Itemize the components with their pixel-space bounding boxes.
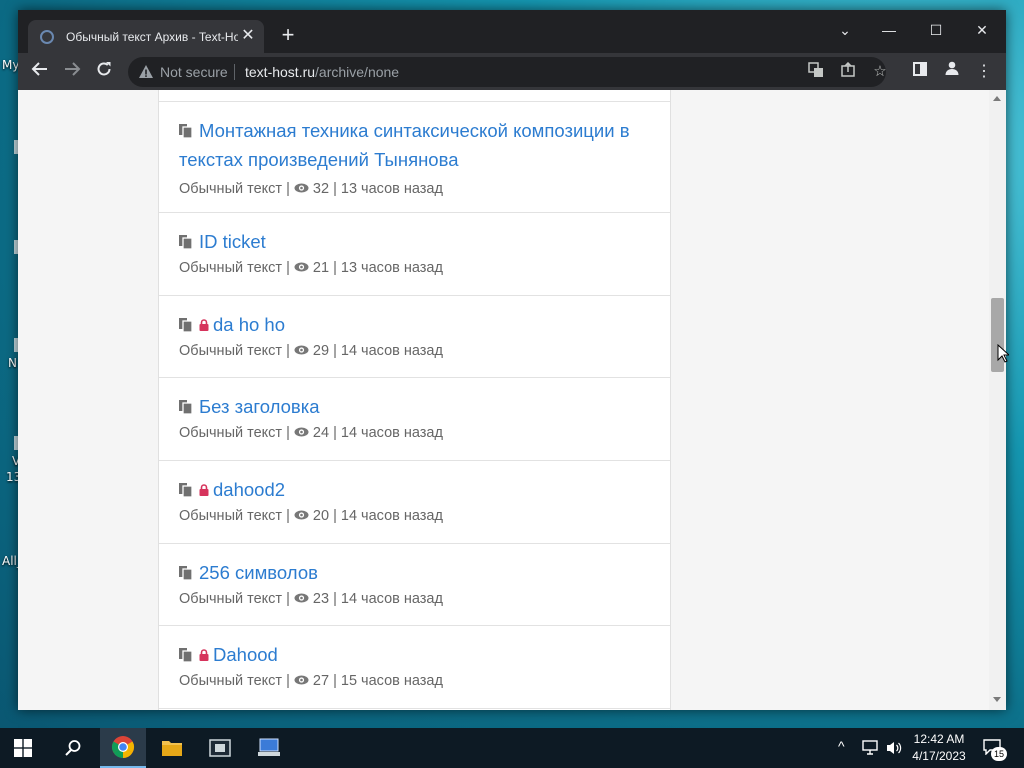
list-item: 256 символов Обычный текст | 23 | 14 час…	[159, 544, 670, 626]
bookmark-star-icon[interactable]: ☆	[870, 62, 890, 82]
item-title-link[interactable]: 256 символов	[199, 562, 318, 583]
item-meta: Обычный текст | 27 | 15 часов назад	[179, 673, 443, 689]
list-item-partial	[159, 90, 670, 102]
eye-icon	[294, 183, 309, 193]
document-icon	[179, 476, 193, 498]
lock-icon	[199, 640, 209, 661]
minimize-button[interactable]: —	[867, 16, 911, 44]
eye-icon	[294, 345, 309, 355]
item-title-link[interactable]: Монтажная техника синтаксической компози…	[179, 120, 630, 170]
eye-icon	[294, 675, 309, 685]
mouse-cursor-icon	[997, 344, 1009, 363]
profile-icon[interactable]	[938, 58, 966, 86]
computer-network-icon	[258, 738, 280, 756]
clock-date[interactable]: 4/17/2023	[906, 749, 972, 763]
volume-icon[interactable]	[886, 740, 902, 756]
eye-icon	[294, 510, 309, 520]
list-item: da ho ho Обычный текст | 29 | 14 часов н…	[159, 296, 670, 378]
omnibox-divider	[234, 64, 235, 80]
share-icon[interactable]	[838, 61, 858, 82]
item-title-link[interactable]: dahood2	[213, 479, 285, 500]
item-meta: Обычный текст | 24 | 14 часов назад	[179, 425, 443, 441]
translate-icon[interactable]	[806, 62, 826, 82]
show-hidden-icons[interactable]: ^	[838, 738, 845, 754]
document-icon	[179, 559, 193, 581]
browser-toolbar: Not secure text-host.ru/archive/none ☆ ⋮	[18, 53, 1006, 90]
list-item: Без заголовка Обычный текст | 24 | 14 ча…	[159, 378, 670, 461]
item-title-link[interactable]: da ho ho	[213, 314, 285, 335]
item-title-link[interactable]: Dahood	[213, 644, 278, 665]
film-icon	[209, 739, 231, 757]
item-meta: Обычный текст | 32 | 13 часов назад	[179, 181, 443, 197]
lock-icon	[199, 475, 209, 496]
tab-archive[interactable]: Обычный текст Архив - Text-Ho ✕	[28, 20, 264, 53]
reload-button[interactable]	[90, 58, 118, 86]
eye-icon	[294, 427, 309, 437]
search-icon	[65, 740, 81, 756]
taskbar-app-network[interactable]	[246, 728, 292, 768]
new-tab-button[interactable]: +	[276, 24, 300, 48]
tab-title: Обычный текст Архив - Text-Ho	[66, 29, 238, 44]
desktop-label-my[interactable]: My	[2, 58, 19, 72]
back-button[interactable]	[26, 58, 54, 86]
address-bar[interactable]: Not secure text-host.ru/archive/none ☆	[128, 57, 887, 87]
list-item: Dahood Обычный текст | 27 | 15 часов наз…	[159, 626, 670, 709]
document-icon	[179, 117, 193, 139]
not-secure-label[interactable]: Not secure	[160, 64, 228, 80]
tab-search-chevron-icon[interactable]: ⌄	[823, 16, 867, 44]
list-item: Монтажная техника синтаксической компози…	[159, 102, 670, 213]
browser-window: Обычный текст Архив - Text-Ho ✕ + ⌄ — ☐ …	[18, 10, 1006, 710]
item-meta: Обычный текст | 20 | 14 часов назад	[179, 508, 443, 524]
taskbar-app-video[interactable]	[197, 728, 243, 768]
vertical-scrollbar[interactable]	[989, 90, 1006, 710]
maximize-button[interactable]: ☐	[914, 16, 958, 44]
list-item: dahood2 Обычный текст | 20 | 14 часов на…	[159, 461, 670, 544]
archive-list: Монтажная техника синтаксической компози…	[158, 90, 671, 710]
eye-icon	[294, 262, 309, 272]
taskbar-chrome[interactable]	[100, 728, 146, 768]
site-favicon-icon	[40, 29, 54, 44]
desktop-label-n[interactable]: N	[8, 356, 17, 370]
list-item: ID ticket Обычный текст | 21 | 13 часов …	[159, 213, 670, 296]
eye-icon	[294, 593, 309, 603]
forward-button[interactable]	[58, 58, 86, 86]
taskbar-file-explorer[interactable]	[149, 728, 195, 768]
notification-count-badge: 15	[991, 747, 1007, 761]
document-icon	[179, 393, 193, 415]
search-button[interactable]	[50, 728, 96, 768]
network-icon[interactable]	[862, 740, 880, 756]
start-button[interactable]	[0, 728, 46, 768]
scroll-up-arrow-icon[interactable]	[993, 96, 1001, 101]
lock-icon	[199, 310, 209, 331]
close-window-button[interactable]: ✕	[960, 16, 1004, 44]
notification-center-button[interactable]: 15	[980, 734, 1010, 762]
close-tab-icon[interactable]: ✕	[240, 28, 256, 44]
side-panel-icon[interactable]	[906, 58, 934, 86]
item-title-link[interactable]: ID ticket	[199, 231, 266, 252]
folder-icon	[162, 741, 182, 756]
document-icon	[179, 641, 193, 663]
chrome-icon	[112, 736, 134, 758]
document-icon	[179, 311, 193, 333]
warning-icon[interactable]	[138, 64, 154, 80]
item-meta: Обычный текст | 23 | 14 часов назад	[179, 591, 443, 607]
clock-time[interactable]: 12:42 AM	[906, 732, 972, 746]
item-meta: Обычный текст | 29 | 14 часов назад	[179, 343, 443, 359]
menu-kebab-icon[interactable]: ⋮	[970, 58, 998, 86]
taskbar: ^ 12:42 AM 4/17/2023 15	[0, 728, 1024, 768]
tab-strip: Обычный текст Архив - Text-Ho ✕ + ⌄ — ☐ …	[18, 10, 1006, 53]
document-icon	[179, 228, 193, 250]
item-title-link[interactable]: Без заголовка	[199, 396, 320, 417]
item-meta: Обычный текст | 21 | 13 часов назад	[179, 260, 443, 276]
page-viewport: Монтажная техника синтаксической компози…	[18, 90, 1006, 710]
windows-logo-icon	[14, 739, 32, 757]
url-text[interactable]: text-host.ru/archive/none	[245, 64, 399, 80]
scroll-down-arrow-icon[interactable]	[993, 697, 1001, 702]
